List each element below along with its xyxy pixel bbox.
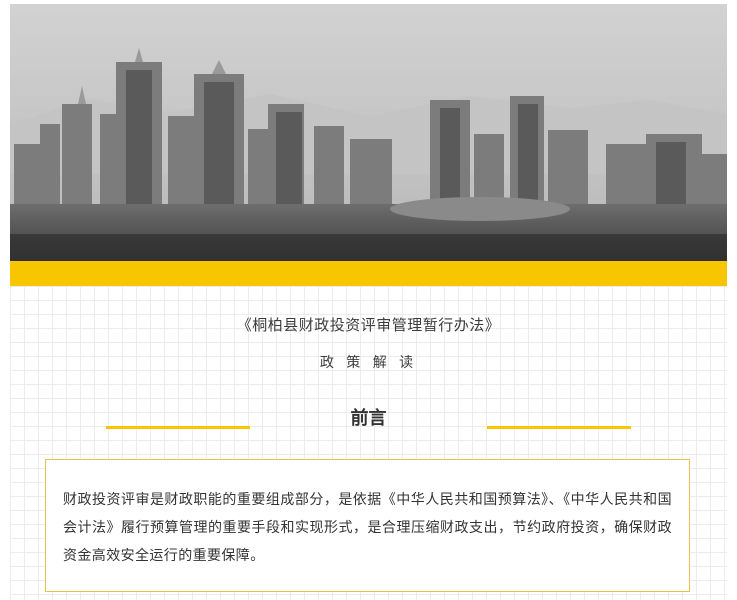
document-title: 《桐柏县财政投资评审管理暂行办法》: [236, 316, 501, 334]
document-subtitle: 政 策 解 读: [319, 355, 418, 371]
heading-rule-right: [487, 426, 631, 429]
article-page: 《桐柏县财政投资评审管理暂行办法》 政 策 解 读 前言 财政投资评审是财政职能…: [0, 0, 737, 600]
city-skyline-image: [10, 4, 727, 261]
intro-box: 财政投资评审是财政职能的重要组成部分，是依据《中华人民共和国预算法》、《中华人民…: [45, 459, 690, 592]
header-accent-band: [10, 261, 727, 286]
intro-paragraph: 财政投资评审是财政职能的重要组成部分，是依据《中华人民共和国预算法》、《中华人民…: [63, 492, 672, 564]
